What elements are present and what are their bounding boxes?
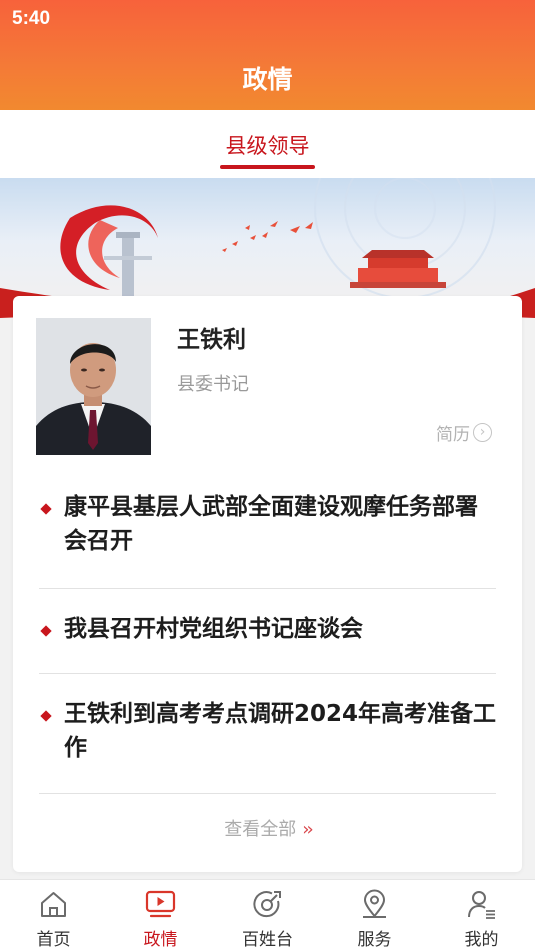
status-bar-time: 5:40 xyxy=(12,8,51,29)
nav-label: 我的 xyxy=(464,930,499,950)
nav-profile[interactable]: 我的 xyxy=(428,880,535,951)
news-title: 康平县基层人武部全面建设观摩任务部署会召开 xyxy=(64,494,478,554)
app-header: 5:40 政情 xyxy=(0,0,535,110)
nav-services[interactable]: 服务 xyxy=(321,880,428,951)
view-all-link[interactable]: 查看全部 ›› xyxy=(13,815,522,841)
nav-label: 服务 xyxy=(357,930,392,950)
chevron-right-icon: › xyxy=(473,423,492,442)
divider xyxy=(39,793,496,794)
list-item[interactable]: 王铁利到高考考点调研2024年高考准备工作 xyxy=(39,697,496,767)
tab-active-indicator xyxy=(220,165,315,169)
view-all-label: 查看全部 xyxy=(224,819,297,840)
diamond-bullet-icon xyxy=(40,503,52,515)
page-title: 政情 xyxy=(242,65,293,94)
user-icon xyxy=(468,891,495,919)
tab-county-leaders[interactable]: 县级领导 xyxy=(0,130,535,160)
home-icon xyxy=(41,892,66,917)
chat-dial-icon xyxy=(253,891,281,918)
list-item[interactable]: 康平县基层人武部全面建设观摩任务部署会召开 xyxy=(39,490,496,560)
divider xyxy=(39,588,496,589)
bio-link[interactable]: 简历 › xyxy=(436,420,492,445)
news-title: 王铁利到高考考点调研2024年高考准备工作 xyxy=(64,701,497,761)
leader-card: 王铁利 县委书记 简历 › 康平县基层人武部全面建设观摩任务部署会召开 我县召开… xyxy=(13,296,522,872)
leader-position: 县委书记 xyxy=(177,374,249,395)
nav-politics[interactable]: 政情 xyxy=(107,880,214,951)
nav-label: 百姓台 xyxy=(242,930,293,950)
diamond-bullet-icon xyxy=(40,710,52,722)
divider xyxy=(39,673,496,674)
news-title: 我县召开村党组织书记座谈会 xyxy=(64,616,363,642)
nav-home[interactable]: 首页 xyxy=(0,880,107,951)
leader-name: 王铁利 xyxy=(177,327,246,353)
bio-link-label: 简历 xyxy=(436,425,470,445)
video-screen-icon xyxy=(145,890,176,918)
bottom-nav: 首页 政情 百姓台 服务 我的 xyxy=(0,879,535,951)
nav-label: 首页 xyxy=(36,930,71,950)
double-chevron-right-icon: ›› xyxy=(302,819,314,840)
subtab-bar: 县级领导 xyxy=(0,110,535,178)
nav-label: 政情 xyxy=(143,930,178,950)
list-item[interactable]: 我县召开村党组织书记座谈会 xyxy=(39,612,496,648)
leader-photo[interactable] xyxy=(36,318,151,455)
location-pin-icon xyxy=(363,889,386,918)
diamond-bullet-icon xyxy=(40,625,52,637)
nav-citizens[interactable]: 百姓台 xyxy=(214,880,321,951)
